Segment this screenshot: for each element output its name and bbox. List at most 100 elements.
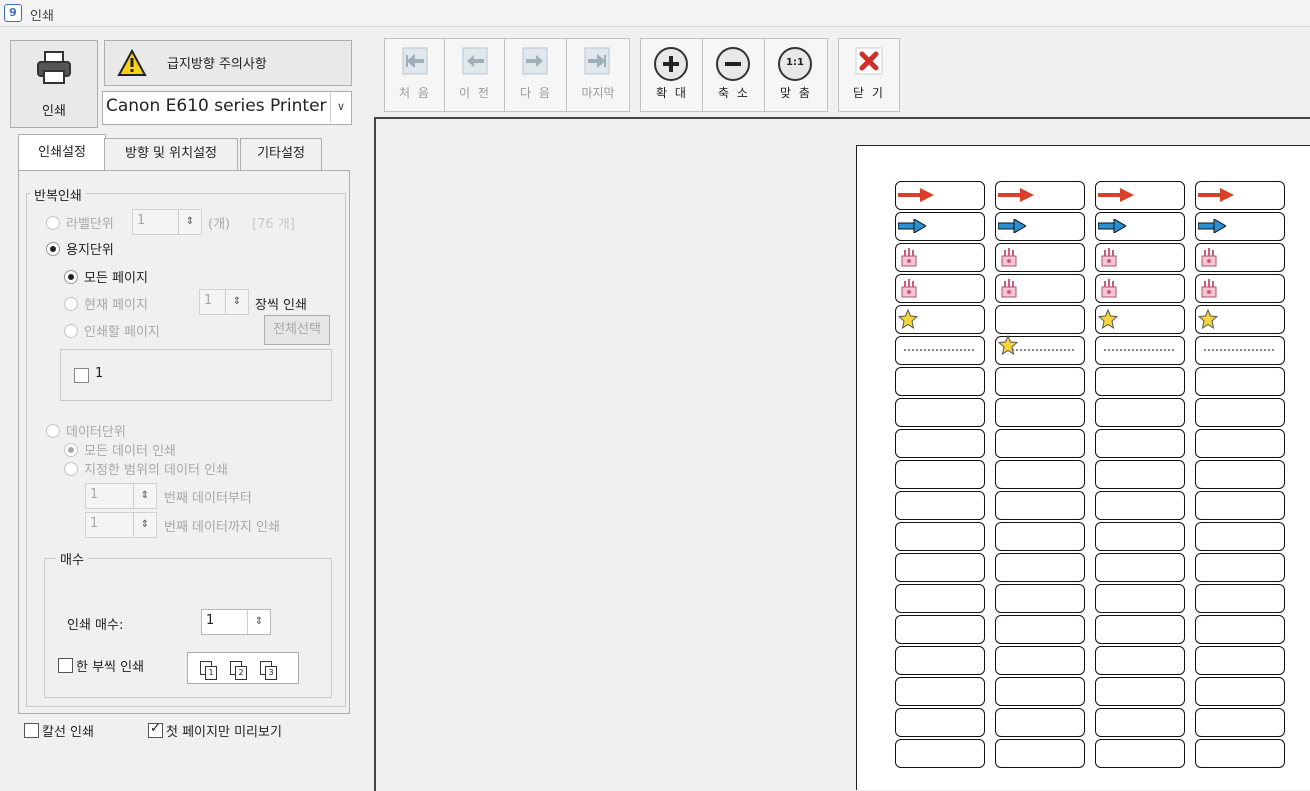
cake-icon [1101,279,1117,298]
label-cell [1195,181,1285,210]
label-cell [895,522,985,551]
tab-print-settings[interactable]: 인쇄설정 [18,134,106,172]
first-page-preview-checkbox[interactable] [148,721,163,738]
print-button[interactable]: 인쇄 [10,40,98,128]
current-page-stepper[interactable]: 1 ⇕ [199,289,249,315]
all-data-label: 모든 데이터 인쇄 [84,444,176,459]
zoom-in-button[interactable]: 확 대 [640,38,704,112]
label-cell [995,522,1085,551]
stepper-arrows-icon[interactable]: ⇕ [178,210,201,234]
all-pages-label: 모든 페이지 [84,271,148,286]
label-cell [995,274,1085,303]
copies-value: 1 [206,613,215,628]
paper-unit-radio[interactable] [46,242,60,256]
star-icon [998,335,1018,355]
label-cell [1095,367,1185,396]
label-cell [1095,429,1185,458]
label-cell [1195,522,1285,551]
prev-page-button[interactable]: 이 전 [444,38,506,112]
range-to-stepper[interactable]: 1 ⇕ [85,512,157,538]
label-unit-value: 1 [137,213,146,228]
tab-label: 인쇄설정 [38,145,86,160]
next-page-button[interactable]: 다 음 [504,38,568,112]
cake-icon [901,248,917,267]
label-cell [995,335,1085,365]
all-pages-radio[interactable] [64,270,78,284]
feed-direction-warning-button[interactable]: 급지방향 주의사항 [104,40,352,86]
last-page-button[interactable]: 마지막 [566,38,630,112]
tab-other-settings[interactable]: 기타설정 [240,138,322,172]
blue-arrow-icon [898,219,926,233]
dotted-line [904,349,974,351]
fit-button[interactable]: 1:1 맞 춤 [764,38,828,112]
stepper-arrows-icon[interactable]: ⇕ [247,610,270,634]
tab-direction-position[interactable]: 방향 및 위치설정 [104,138,238,172]
cake-icon [1101,248,1117,267]
label-cell [995,367,1085,396]
stepper-arrows-icon[interactable]: ⇕ [133,513,156,537]
label-cell [895,584,985,613]
first-page-preview-label: 첫 페이지만 미리보기 [166,725,282,740]
close-button[interactable]: 닫 기 [838,38,900,112]
label-unit-stepper[interactable]: 1 ⇕ [132,209,202,235]
cake-icon [1001,279,1017,298]
label-cell [1195,243,1285,272]
label-unit-radio[interactable] [46,216,60,230]
label-cell [1195,708,1285,737]
label-cell [1195,398,1285,427]
print-button-label: 인쇄 [42,104,66,119]
label-cell [1095,305,1185,334]
label-cell [1195,274,1285,303]
label-cell [895,677,985,706]
label-cell [995,615,1085,644]
current-page-label: 현재 페이지 [84,298,148,313]
warning-label: 급지방향 주의사항 [167,57,267,72]
label-total: [76 개] [252,217,295,232]
next-page-icon [522,47,548,75]
stepper-arrows-icon[interactable]: ⇕ [133,484,156,508]
label-cell [895,708,985,737]
page-list: 1 [60,349,332,401]
cutline-label: 칼선 인쇄 [42,725,94,740]
range-data-radio[interactable] [64,462,78,476]
collate-checkbox[interactable] [58,658,73,673]
first-page-button[interactable]: 처 음 [384,38,446,112]
label-cell [995,646,1085,675]
range-to-label: 번째 데이터까지 인쇄 [164,520,280,535]
copies-stepper[interactable]: 1 ⇕ [201,609,271,635]
app-icon: 9 [4,4,22,22]
chevron-down-icon[interactable]: ∨ [330,92,351,122]
blue-arrow-icon [1198,219,1226,233]
current-page-radio[interactable] [64,297,78,311]
label-cell [1095,491,1185,520]
label-cell [895,460,985,489]
range-from-stepper[interactable]: 1 ⇕ [85,483,157,509]
label-cell [1095,460,1185,489]
label-cell [1195,212,1285,241]
data-unit-radio[interactable] [46,424,60,438]
repeat-print-legend: 반복인쇄 [30,185,86,204]
label-cell [895,367,985,396]
range-from-value: 1 [90,487,99,502]
label-cell [895,243,985,272]
blue-arrow-icon [998,219,1026,233]
printer-select[interactable]: Canon E610 series Printer ∨ [102,91,352,125]
page-1-checkbox[interactable] [74,368,89,383]
range-data-label: 지정한 범위의 데이터 인쇄 [84,463,228,478]
red-arrow-icon [898,188,934,202]
copies-legend: 매수 [56,549,88,568]
first-page-icon [402,47,428,75]
label-cell [1095,739,1185,768]
select-all-button[interactable]: 전체선택 [264,315,330,345]
cutline-checkbox[interactable] [24,723,39,738]
all-data-radio[interactable] [64,443,78,457]
label-cell [895,429,985,458]
preview-page [856,145,1310,790]
label-cell [1195,553,1285,582]
star-icon [1098,309,1118,329]
stepper-arrows-icon[interactable]: ⇕ [225,290,248,314]
zoom-out-label: 축 소 [718,86,750,100]
label-cell [1095,708,1185,737]
pages-to-print-radio[interactable] [64,324,78,338]
zoom-out-button[interactable]: 축 소 [702,38,766,112]
